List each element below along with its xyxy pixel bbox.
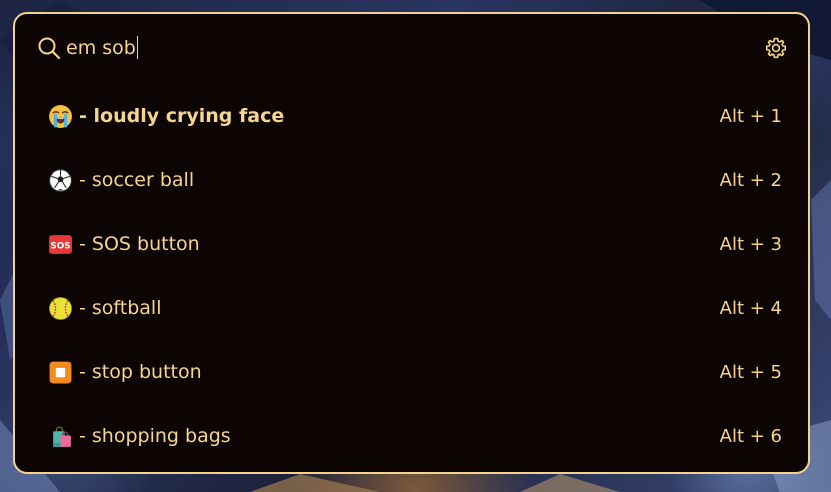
softball-icon xyxy=(49,296,72,320)
result-item-stop-button[interactable]: - stop button Alt + 5 xyxy=(15,340,808,404)
result-shortcut: Alt + 3 xyxy=(719,233,782,255)
result-item-softball[interactable]: - softball Alt + 4 xyxy=(15,276,808,340)
search-icon xyxy=(38,37,61,60)
text-caret xyxy=(136,36,139,59)
emoji-launcher-panel: em sob - loudly crying face Alt + 1 - so… xyxy=(13,12,810,474)
results-list: - loudly crying face Alt + 1 - soccer ba… xyxy=(15,84,808,468)
sos-button-icon: SOS xyxy=(49,234,72,254)
result-item-shopping-bags[interactable]: - shopping bags Alt + 6 xyxy=(15,404,808,468)
search-input[interactable]: em sob xyxy=(66,36,139,60)
result-label: - softball xyxy=(79,297,162,319)
search-bar[interactable]: em sob xyxy=(15,14,808,84)
result-label: - soccer ball xyxy=(79,169,195,191)
search-query-text: em sob xyxy=(66,37,136,59)
gear-icon[interactable] xyxy=(764,36,788,60)
stop-button-icon xyxy=(49,361,72,383)
result-label: - loudly crying face xyxy=(79,105,285,127)
result-shortcut: Alt + 4 xyxy=(719,297,782,319)
svg-text:SOS: SOS xyxy=(50,241,70,251)
result-item-loudly-crying-face[interactable]: - loudly crying face Alt + 1 xyxy=(15,84,808,148)
result-item-sos-button[interactable]: SOS - SOS button Alt + 3 xyxy=(15,212,808,276)
result-label: - stop button xyxy=(79,361,202,383)
result-item-soccer-ball[interactable]: - soccer ball Alt + 2 xyxy=(15,148,808,212)
result-shortcut: Alt + 6 xyxy=(719,425,782,447)
result-shortcut: Alt + 1 xyxy=(719,105,782,127)
shopping-bags-icon xyxy=(53,425,71,447)
loudly-crying-face-icon xyxy=(49,104,72,128)
result-shortcut: Alt + 5 xyxy=(719,361,782,383)
result-label: - SOS button xyxy=(79,233,200,255)
result-shortcut: Alt + 2 xyxy=(719,169,782,191)
soccer-ball-icon xyxy=(49,168,72,192)
result-label: - shopping bags xyxy=(79,425,231,447)
